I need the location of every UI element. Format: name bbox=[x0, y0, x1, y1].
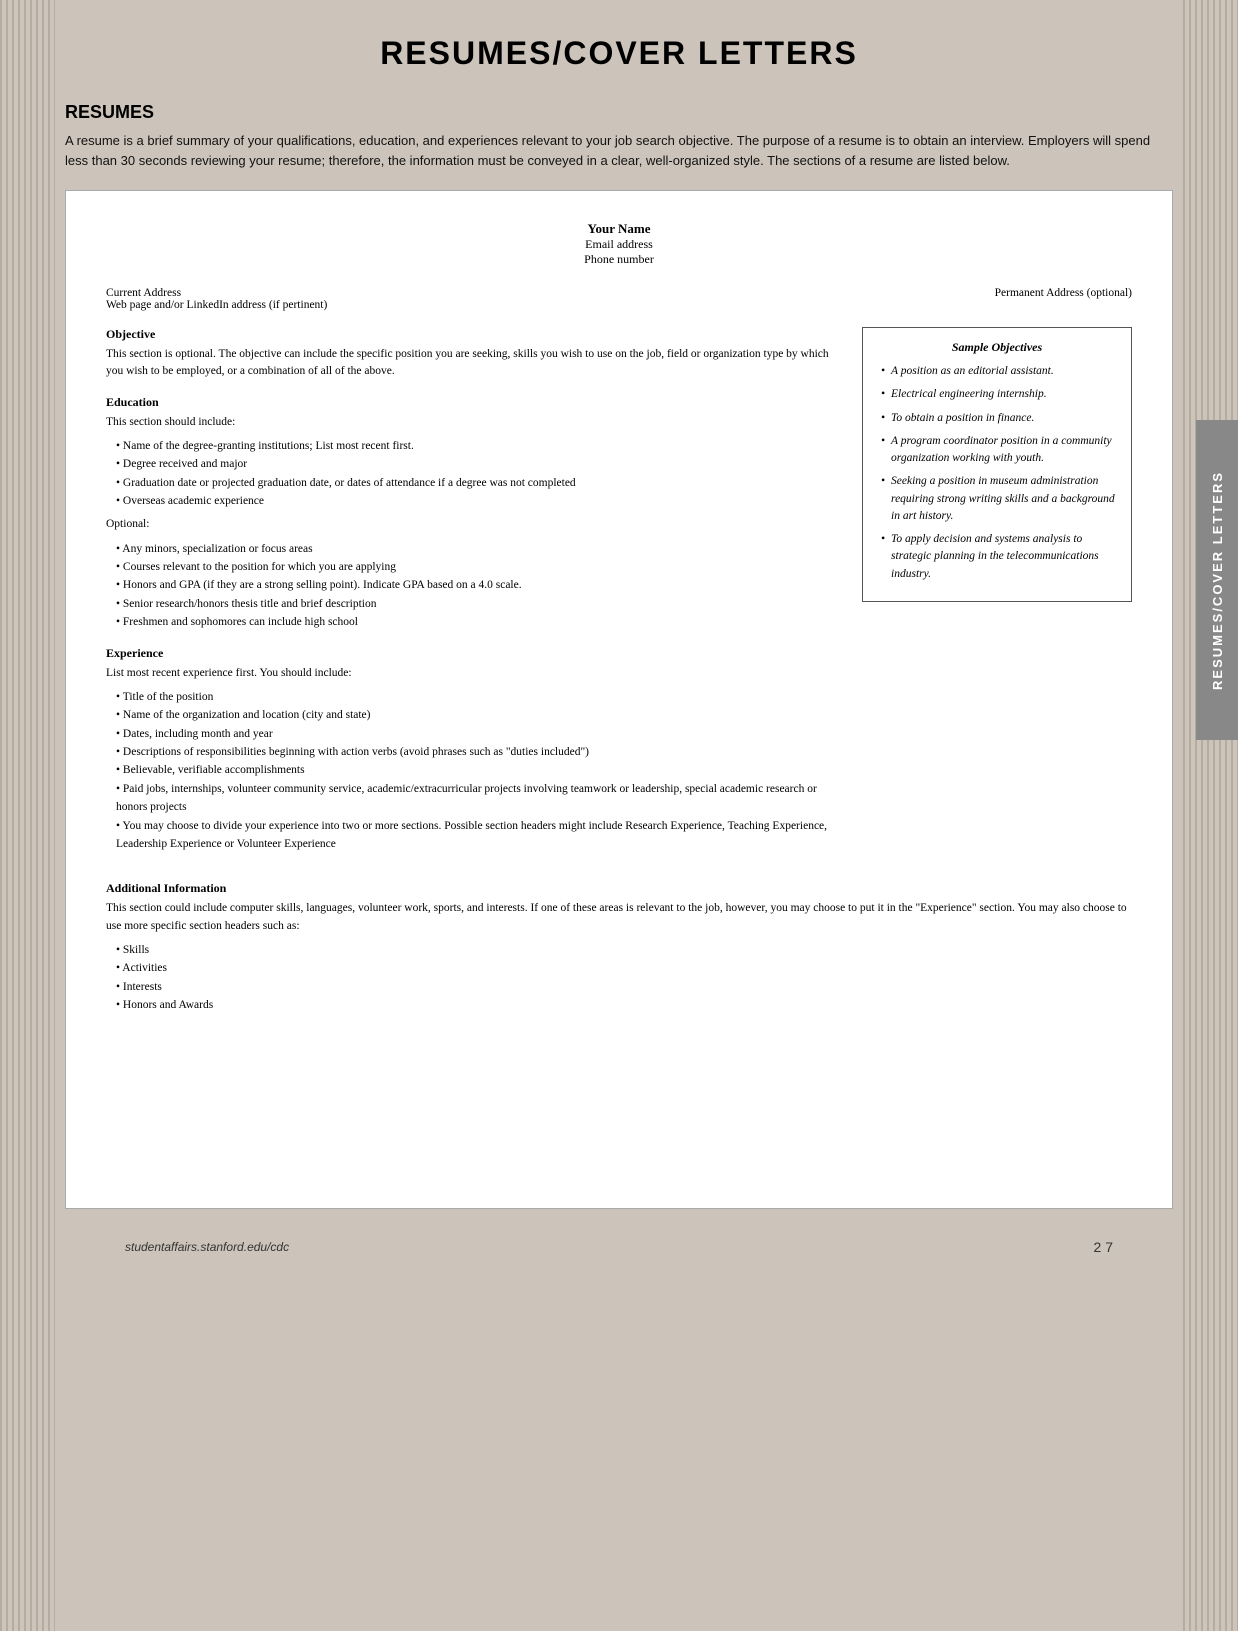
list-item: Electrical engineering internship. bbox=[881, 386, 1117, 403]
doc-education-bullets: Name of the degree-granting institutions… bbox=[106, 437, 842, 511]
doc-objective-text: This section is optional. The objective … bbox=[106, 346, 842, 381]
list-item: Graduation date or projected graduation … bbox=[116, 474, 842, 492]
doc-address-right: Permanent Address (optional) bbox=[995, 287, 1132, 311]
page-title: RESUMES/COVER LETTERS bbox=[65, 35, 1173, 72]
list-item: Interests bbox=[116, 978, 1132, 996]
list-item: Honors and Awards bbox=[116, 996, 1132, 1014]
list-item: Any minors, specialization or focus area… bbox=[116, 540, 842, 558]
list-item: Overseas academic experience bbox=[116, 492, 842, 510]
footer: studentaffairs.stanford.edu/cdc 2 7 bbox=[65, 1229, 1173, 1265]
list-item: Descriptions of responsibilities beginni… bbox=[116, 743, 842, 761]
list-item: Freshmen and sophomores can include high… bbox=[116, 613, 842, 631]
doc-left-col: Objective This section is optional. The … bbox=[106, 327, 842, 867]
doc-experience-bullets: Title of the position Name of the organi… bbox=[106, 688, 842, 854]
list-item: Name of the organization and location (c… bbox=[116, 706, 842, 724]
list-item: A program coordinator position in a comm… bbox=[881, 433, 1117, 468]
doc-experience-title: Experience bbox=[106, 646, 842, 661]
list-item: Activities bbox=[116, 959, 1132, 977]
doc-bottom-space bbox=[106, 1028, 1132, 1168]
resumes-intro: A resume is a brief summary of your qual… bbox=[65, 131, 1173, 170]
doc-name: Your Name bbox=[106, 221, 1132, 237]
footer-page: 2 7 bbox=[1094, 1239, 1113, 1255]
inner-content: RESUMES/COVER LETTERS RESUMES A resume i… bbox=[65, 0, 1173, 1285]
footer-url: studentaffairs.stanford.edu/cdc bbox=[125, 1240, 289, 1254]
doc-header: Your Name Email address Phone number bbox=[106, 221, 1132, 267]
doc-address-left: Current Address Web page and/or LinkedIn… bbox=[106, 287, 327, 311]
doc-education-title: Education bbox=[106, 395, 842, 410]
list-item: Courses relevant to the position for whi… bbox=[116, 558, 842, 576]
right-decoration bbox=[1183, 0, 1238, 1631]
list-item: Title of the position bbox=[116, 688, 842, 706]
doc-email: Email address bbox=[106, 237, 1132, 252]
doc-additional-section: Additional Information This section coul… bbox=[106, 881, 1132, 1014]
doc-optional-bullets: Any minors, specialization or focus area… bbox=[106, 540, 842, 632]
list-item: Senior research/honors thesis title and … bbox=[116, 595, 842, 613]
doc-objective-section: Objective This section is optional. The … bbox=[106, 327, 842, 381]
list-item: Degree received and major bbox=[116, 455, 842, 473]
doc-optional-label: Optional: bbox=[106, 516, 842, 533]
list-item: Skills bbox=[116, 941, 1132, 959]
list-item: A position as an editorial assistant. bbox=[881, 363, 1117, 380]
doc-addresses-row: Current Address Web page and/or LinkedIn… bbox=[106, 287, 1132, 311]
doc-objective-title: Objective bbox=[106, 327, 842, 342]
list-item: Honors and GPA (if they are a strong sel… bbox=[116, 576, 842, 594]
list-item: Name of the degree-granting institutions… bbox=[116, 437, 842, 455]
sample-objectives-list: A position as an editorial assistant. El… bbox=[877, 363, 1117, 583]
doc-education-intro: This section should include: bbox=[106, 414, 842, 431]
list-item: To apply decision and systems analysis t… bbox=[881, 531, 1117, 583]
list-item: Seeking a position in museum administrat… bbox=[881, 473, 1117, 525]
doc-content-row: Objective This section is optional. The … bbox=[106, 327, 1132, 867]
side-tab: RESUMES/COVER LETTERS bbox=[1196, 420, 1238, 740]
list-item: Dates, including month and year bbox=[116, 725, 842, 743]
doc-additional-text: This section could include computer skil… bbox=[106, 900, 1132, 935]
list-item: Believable, verifiable accomplishments bbox=[116, 761, 842, 779]
list-item: To obtain a position in finance. bbox=[881, 410, 1117, 427]
side-tab-label: RESUMES/COVER LETTERS bbox=[1210, 471, 1225, 690]
sample-objectives-title: Sample Objectives bbox=[877, 340, 1117, 355]
doc-additional-title: Additional Information bbox=[106, 881, 1132, 896]
doc-additional-bullets: Skills Activities Interests Honors and A… bbox=[106, 941, 1132, 1015]
doc-education-section: Education This section should include: N… bbox=[106, 395, 842, 632]
sample-objectives-box: Sample Objectives A position as an edito… bbox=[862, 327, 1132, 602]
left-decoration bbox=[0, 0, 55, 1631]
doc-experience-section: Experience List most recent experience f… bbox=[106, 646, 842, 854]
list-item: Paid jobs, internships, volunteer commun… bbox=[116, 780, 842, 817]
doc-phone: Phone number bbox=[106, 252, 1132, 267]
list-item: You may choose to divide your experience… bbox=[116, 817, 842, 854]
resume-document: Your Name Email address Phone number Cur… bbox=[65, 190, 1173, 1209]
resumes-heading: RESUMES bbox=[65, 102, 1173, 123]
page-wrapper: RESUMES/COVER LETTERS RESUMES/COVER LETT… bbox=[0, 0, 1238, 1631]
doc-experience-intro: List most recent experience first. You s… bbox=[106, 665, 842, 682]
doc-right-col: Sample Objectives A position as an edito… bbox=[862, 327, 1132, 867]
